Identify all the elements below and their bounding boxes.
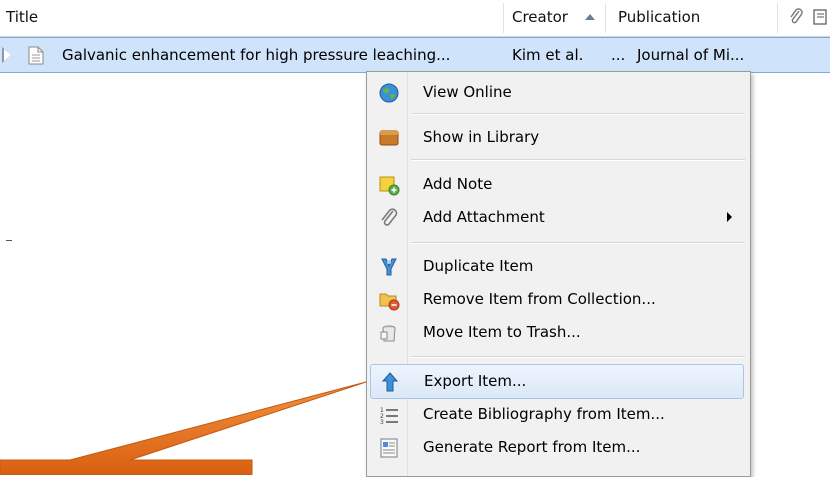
divider bbox=[6, 240, 12, 241]
row-ellipsis: ... bbox=[611, 46, 626, 64]
column-separator[interactable] bbox=[503, 3, 504, 33]
numbered-list-icon: 1 2 3 bbox=[378, 404, 400, 426]
table-row[interactable]: Galvanic enhancement for high pressure l… bbox=[0, 37, 830, 73]
menu-item-label: Generate Report from Item... bbox=[423, 438, 641, 456]
row-creator: Kim et al. bbox=[512, 46, 584, 64]
expand-twisty-fill bbox=[4, 49, 11, 61]
menu-item-move-to-trash[interactable]: Move Item to Trash... bbox=[370, 316, 746, 349]
menu-item-label: Create Bibliography from Item... bbox=[423, 405, 665, 423]
row-title: Galvanic enhancement for high pressure l… bbox=[62, 46, 451, 64]
context-menu: View Online Show in Library Add Note Add… bbox=[366, 71, 751, 477]
column-publication-header[interactable]: Publication bbox=[618, 8, 700, 26]
menu-item-generate-report[interactable]: Generate Report from Item... bbox=[370, 431, 746, 464]
menu-item-add-attachment[interactable]: Add Attachment bbox=[370, 201, 746, 234]
remove-folder-icon bbox=[378, 289, 400, 311]
menu-item-label: Add Note bbox=[423, 175, 493, 193]
menu-item-view-online[interactable]: View Online bbox=[370, 76, 746, 109]
report-icon bbox=[378, 437, 400, 459]
menu-item-label: Export Item... bbox=[424, 372, 527, 390]
row-publication: Journal of Mi... bbox=[637, 46, 745, 64]
globe-icon bbox=[378, 82, 400, 104]
column-separator[interactable] bbox=[777, 3, 778, 33]
add-note-icon bbox=[378, 174, 400, 196]
sort-ascending-icon[interactable] bbox=[585, 14, 595, 20]
svg-text:3: 3 bbox=[380, 419, 384, 426]
paperclip-icon[interactable] bbox=[788, 8, 804, 30]
menu-item-label: Move Item to Trash... bbox=[423, 323, 581, 341]
menu-separator bbox=[411, 242, 745, 244]
menu-separator bbox=[411, 356, 745, 358]
trash-icon bbox=[378, 322, 400, 344]
menu-item-duplicate-item[interactable]: Duplicate Item bbox=[370, 250, 746, 283]
menu-item-remove-from-collection[interactable]: Remove Item from Collection... bbox=[370, 283, 746, 316]
menu-item-label: Remove Item from Collection... bbox=[423, 290, 656, 308]
column-header: Title Creator Publication bbox=[0, 0, 830, 37]
paperclip-icon bbox=[378, 207, 400, 229]
menu-separator bbox=[411, 159, 745, 161]
menu-item-label: Add Attachment bbox=[423, 208, 545, 226]
attachments-column-icon[interactable] bbox=[813, 8, 827, 30]
menu-item-label: Duplicate Item bbox=[423, 257, 534, 275]
menu-item-create-bibliography[interactable]: 1 2 3 Create Bibliography from Item... bbox=[370, 398, 746, 431]
menu-separator bbox=[411, 113, 745, 115]
document-icon bbox=[28, 46, 44, 69]
menu-item-add-note[interactable]: Add Note bbox=[370, 168, 746, 201]
column-separator[interactable] bbox=[605, 3, 606, 33]
column-creator-header[interactable]: Creator bbox=[512, 8, 568, 26]
menu-item-label: Show in Library bbox=[423, 128, 540, 146]
menu-item-label: View Online bbox=[423, 83, 512, 101]
duplicate-icon bbox=[378, 256, 400, 278]
submenu-arrow-icon bbox=[727, 212, 732, 222]
menu-item-show-in-library[interactable]: Show in Library bbox=[370, 121, 746, 154]
menu-item-export-item[interactable]: Export Item... bbox=[370, 364, 744, 399]
export-arrow-icon bbox=[379, 371, 401, 393]
column-title-header[interactable]: Title bbox=[6, 8, 38, 26]
library-icon bbox=[378, 127, 400, 149]
